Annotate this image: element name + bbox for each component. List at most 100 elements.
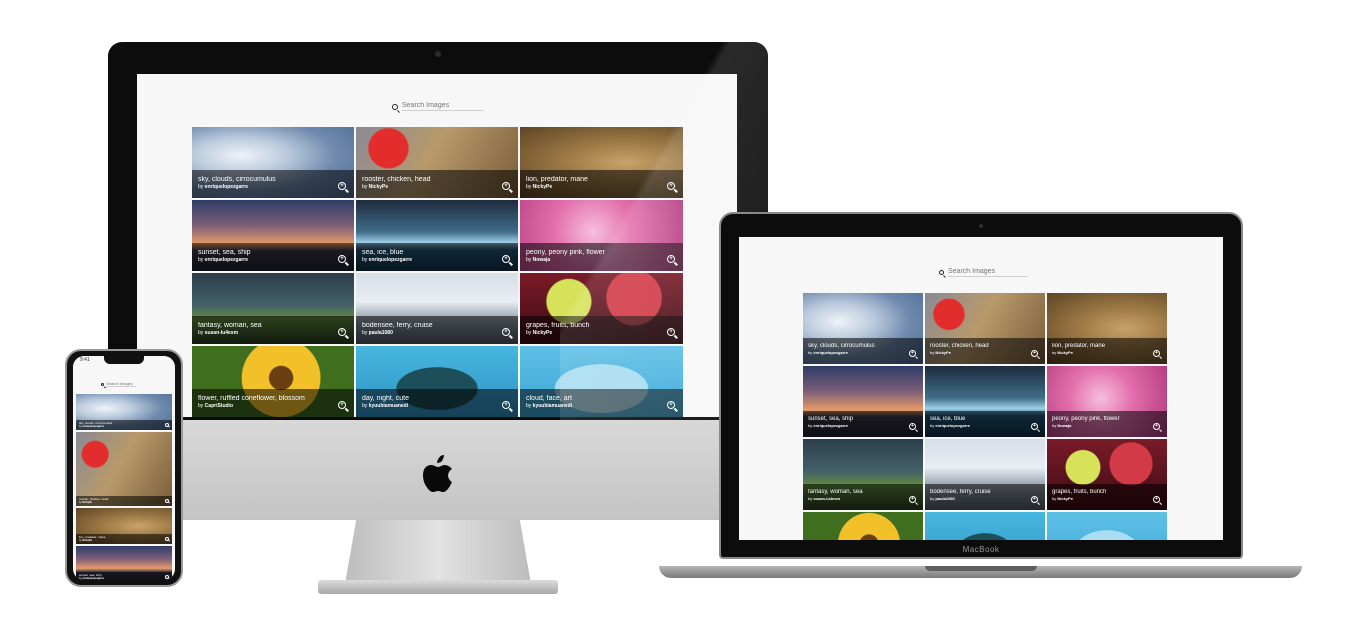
image-card[interactable]: lion, predator, mane by NickyPe	[1047, 293, 1167, 364]
macbook-screen: sky, clouds, cirrocumulusby enriquelopez…	[739, 237, 1223, 540]
zoom-in-icon[interactable]	[1153, 350, 1160, 357]
author-name[interactable]: enriquelopezgarre	[82, 577, 104, 580]
zoom-in-icon[interactable]	[1031, 350, 1038, 357]
image-card[interactable]: rooster, chicken, head by NickyPe	[925, 293, 1045, 364]
image-card[interactable]: day, night, cuteby kyuubiamuanedi	[356, 346, 518, 417]
zoom-in-icon[interactable]	[165, 537, 169, 541]
zoom-in-icon[interactable]	[1031, 423, 1038, 430]
image-card[interactable]: fantasy, woman, sea by susan-lu4esm	[803, 439, 923, 510]
image-card[interactable]: lion, predator, mane by NickyPe	[76, 508, 172, 544]
author-name[interactable]: CapriStudio	[205, 403, 233, 409]
image-card[interactable]: sunset, sea, ship by enriquelopezgarre	[76, 546, 172, 580]
author-name[interactable]: enriquelopezgarre	[813, 423, 848, 428]
author-name[interactable]: NickyPe	[1057, 496, 1073, 501]
image-card[interactable]: day, night, cuteby kyuubiamuanedi	[925, 512, 1045, 540]
search-input[interactable]	[948, 268, 1028, 277]
author-name[interactable]: NickyPe	[369, 184, 388, 190]
image-caption: fantasy, woman, sea by susan-lu4esm	[803, 484, 923, 510]
image-card[interactable]: sunset, sea, ship by enriquelopezgarre	[192, 200, 354, 271]
zoom-in-icon[interactable]	[667, 182, 675, 190]
zoom-in-icon[interactable]	[165, 499, 169, 503]
zoom-in-icon[interactable]	[338, 255, 346, 263]
zoom-in-icon[interactable]	[338, 328, 346, 336]
image-card[interactable]: sky, clouds, cirrocumulus by enriquelopez…	[192, 127, 354, 198]
image-card[interactable]: flower, ruffled coneflower, blossomby Ca…	[803, 512, 923, 540]
zoom-in-icon[interactable]	[502, 255, 510, 263]
image-tags: sky, clouds, cirrocumulus	[198, 176, 276, 183]
image-card[interactable]: bodensee, ferry, cruise by paula1080	[356, 273, 518, 344]
author-name[interactable]: NickyPe	[1057, 350, 1073, 355]
image-card[interactable]: peony, peony pink, flower by Nowaja	[520, 200, 683, 271]
zoom-in-icon[interactable]	[909, 423, 916, 430]
author-name[interactable]: NickyPe	[82, 501, 92, 504]
image-card[interactable]: rooster, chicken, head by NickyPe	[356, 127, 518, 198]
zoom-in-icon[interactable]	[338, 401, 346, 409]
author-name[interactable]: enriquelopezgarre	[205, 184, 248, 190]
image-caption: sea, ice, blue by enriquelopezgarre	[925, 411, 1045, 437]
image-card[interactable]: grapes, fruits, bunch by NickyPe	[1047, 439, 1167, 510]
image-card[interactable]: sea, ice, blue by enriquelopezgarre	[925, 366, 1045, 437]
image-card[interactable]: sky, clouds, cirrocumulus by enriquelopez…	[803, 293, 923, 364]
author-name[interactable]: NickyPe	[533, 330, 552, 336]
image-card[interactable]: bodensee, ferry, cruise by paula1080	[925, 439, 1045, 510]
author-name[interactable]: Nowaja	[533, 257, 551, 263]
zoom-in-icon[interactable]	[502, 401, 510, 409]
iphone-status-time: 9:41	[80, 357, 90, 363]
zoom-in-icon[interactable]	[165, 575, 169, 579]
image-card[interactable]: sky, clouds, cirrocumulus by enriquelopez…	[76, 394, 172, 430]
image-card[interactable]: cloud, face, artby kyuubiamuanedi	[520, 346, 683, 417]
image-caption: cloud, face, art by kyuubiamuanedi	[520, 389, 683, 417]
zoom-in-icon[interactable]	[909, 350, 916, 357]
image-author-line: by enriquelopezgarre	[362, 257, 512, 263]
author-name[interactable]: enriquelopezgarre	[82, 425, 104, 428]
image-caption: rooster, chicken, head by NickyPe	[76, 496, 172, 506]
zoom-in-icon[interactable]	[338, 182, 346, 190]
author-name[interactable]: paula1080	[369, 330, 393, 336]
author-name[interactable]: enriquelopezgarre	[935, 423, 970, 428]
author-name[interactable]: enriquelopezgarre	[813, 350, 848, 355]
zoom-in-icon[interactable]	[165, 423, 169, 427]
author-prefix: by	[362, 403, 368, 409]
image-card[interactable]: rooster, chicken, head by NickyPe	[76, 432, 172, 506]
author-name[interactable]: enriquelopezgarre	[369, 257, 412, 263]
image-author-line: by NickyPe	[1052, 496, 1162, 501]
image-tags: rooster, chicken, head	[362, 176, 431, 183]
image-card[interactable]: sunset, sea, ship by enriquelopezgarre	[803, 366, 923, 437]
author-name[interactable]: kyuubiamuanedi	[369, 403, 408, 409]
image-card[interactable]: sea, ice, blue by enriquelopezgarre	[356, 200, 518, 271]
author-name[interactable]: NickyPe	[533, 184, 552, 190]
image-caption: peony, peony pink, flower by Nowaja	[1047, 411, 1167, 437]
zoom-in-icon[interactable]	[502, 182, 510, 190]
author-name[interactable]: susan-lu4esm	[813, 496, 840, 501]
zoom-in-icon[interactable]	[1031, 496, 1038, 503]
imac-screen: sky, clouds, cirrocumulus by enriquelopez…	[137, 74, 737, 417]
image-card[interactable]: peony, peony pink, flower by Nowaja	[1047, 366, 1167, 437]
image-card[interactable]: flower, ruffled coneflower, blossomby Ca…	[192, 346, 354, 417]
author-prefix: by	[526, 330, 532, 336]
author-name[interactable]: NickyPe	[935, 350, 951, 355]
author-name[interactable]: Nowaja	[1057, 423, 1071, 428]
author-name[interactable]: kyuubiamuanedi	[533, 403, 572, 409]
image-tags: sky, clouds, cirrocumulus	[808, 343, 875, 349]
zoom-in-icon[interactable]	[667, 255, 675, 263]
author-name[interactable]: susan-lu4esm	[205, 330, 238, 336]
image-author-line: by Nowaja	[1052, 423, 1162, 428]
author-prefix: by	[526, 403, 532, 409]
image-caption: fantasy, woman, sea by susan-lu4esm	[192, 316, 354, 344]
search-input[interactable]	[106, 381, 136, 387]
zoom-in-icon[interactable]	[502, 328, 510, 336]
zoom-in-icon[interactable]	[1153, 496, 1160, 503]
zoom-in-icon[interactable]	[667, 401, 675, 409]
image-card[interactable]: cloud, face, artby kyuubiamuanedi	[1047, 512, 1167, 540]
author-name[interactable]: enriquelopezgarre	[205, 257, 248, 263]
zoom-in-icon[interactable]	[1153, 423, 1160, 430]
zoom-in-icon[interactable]	[667, 328, 675, 336]
image-card[interactable]: lion, predator, mane by NickyPe	[520, 127, 683, 198]
author-name[interactable]: paula1080	[935, 496, 954, 501]
zoom-in-icon[interactable]	[909, 496, 916, 503]
author-name[interactable]: NickyPe	[82, 539, 92, 542]
search-input[interactable]	[402, 102, 484, 111]
image-card[interactable]: grapes, fruits, bunch by NickyPe	[520, 273, 683, 344]
imac-camera	[435, 51, 441, 57]
image-card[interactable]: fantasy, woman, sea by susan-lu4esm	[192, 273, 354, 344]
